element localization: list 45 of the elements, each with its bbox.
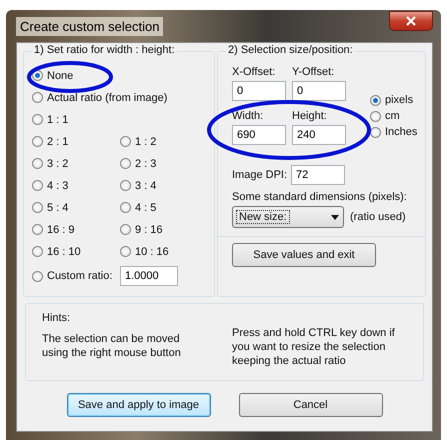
number-field[interactable]: 0	[292, 81, 346, 101]
ratio-radio[interactable]: 3 : 4	[120, 180, 208, 192]
ratio-radio[interactable]: 9 : 16	[120, 224, 208, 236]
ratio-radio[interactable]: 2 : 1	[32, 136, 120, 148]
dialog-button[interactable]: Save and apply to image	[66, 393, 210, 417]
save-values-button[interactable]: Save values and exit	[232, 243, 376, 267]
ratio-radio[interactable]: 2 : 3	[120, 158, 208, 170]
close-button[interactable]	[389, 11, 433, 31]
field-label: X-Offset:	[232, 66, 276, 78]
ratio-radio[interactable]: 5 : 4	[32, 202, 120, 214]
ratio-radio[interactable]: None	[32, 70, 208, 82]
dialog-button[interactable]: Cancel	[238, 393, 382, 417]
ratio-radio[interactable]: 10 : 16	[120, 246, 208, 258]
hint-text: Press and hold CTRL key down if you want to resize the selection keeping the actual ratio	[232, 326, 396, 368]
ratio-radio[interactable]: 16 : 10	[32, 246, 120, 258]
group-title: 2) Selection size/position:	[226, 44, 355, 56]
close-icon	[406, 16, 416, 26]
ratio-radio[interactable]: 3 : 2	[32, 158, 120, 170]
standard-dimensions-label: Some standard dimensions (pixels):	[232, 191, 408, 203]
ratio-radio[interactable]: 1 : 2	[120, 136, 208, 148]
number-field[interactable]: 240	[292, 125, 346, 145]
hint-text: The selection can be moved using the right mouse button	[42, 332, 182, 360]
ratio-radio[interactable]: 4 : 5	[120, 202, 208, 214]
number-field[interactable]: 690	[232, 125, 286, 145]
dpi-label: Image DPI:	[232, 169, 288, 181]
field-label: Height:	[292, 110, 328, 122]
unit-radio[interactable]: pixels	[370, 94, 418, 106]
ratio-radio[interactable]: 4 : 3	[32, 180, 120, 192]
size-dropdown[interactable]: New size:	[232, 206, 344, 228]
custom-ratio-field[interactable]: 1.0000	[120, 266, 178, 286]
dpi-field[interactable]: 72	[291, 165, 346, 185]
ratio-radio[interactable]: 16 : 9	[32, 224, 120, 236]
custom-ratio-radio[interactable]: Custom ratio:	[32, 270, 120, 282]
ratio-radio[interactable]: 1 : 1	[32, 114, 208, 126]
field-label: Y-Offset:	[292, 66, 336, 78]
unit-radio[interactable]: Inches	[370, 126, 418, 138]
ratio-radio[interactable]: Actual ratio (from image)	[32, 92, 208, 104]
unit-radio[interactable]: cm	[370, 110, 418, 122]
group-title: 1) Set ratio for width : height:	[32, 44, 177, 56]
hints-title: Hints:	[42, 312, 72, 324]
field-label: Width:	[232, 110, 264, 122]
ratio-note: (ratio used)	[350, 211, 406, 223]
dropdown-caret-icon	[331, 214, 339, 220]
window-title: Create custom selection	[16, 16, 164, 36]
number-field[interactable]: 0	[232, 81, 286, 101]
